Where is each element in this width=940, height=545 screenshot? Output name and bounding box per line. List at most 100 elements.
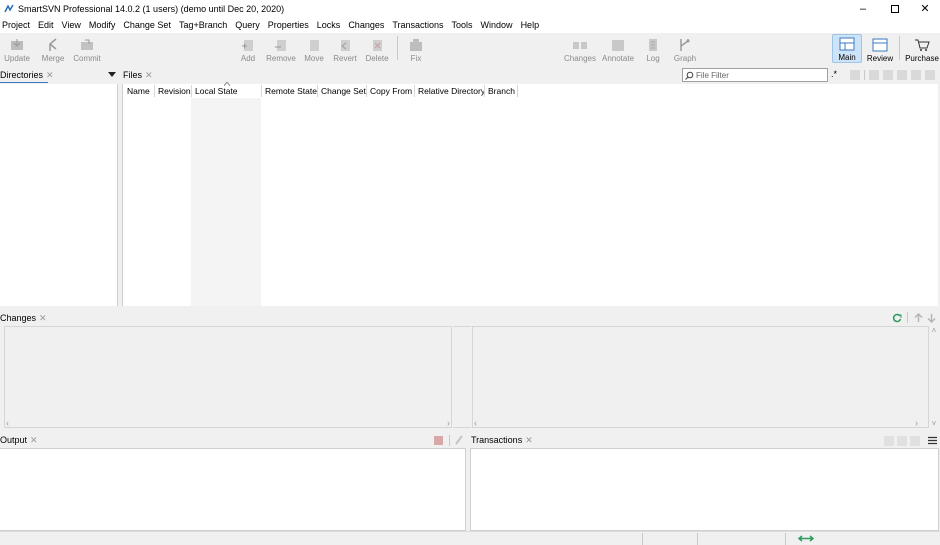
revert-icon: [341, 40, 350, 51]
clear-output-icon[interactable]: [454, 435, 464, 445]
stop-icon[interactable]: [434, 436, 443, 445]
toolbar-separator: [397, 36, 398, 60]
files-tab[interactable]: Files ✕: [123, 67, 183, 83]
close-tab-icon[interactable]: ✕: [39, 313, 47, 324]
menu-transactions[interactable]: Transactions: [392, 20, 443, 30]
directories-tab[interactable]: Directories ✕: [0, 67, 118, 83]
menu-project[interactable]: Project: [2, 20, 30, 30]
directory-tree[interactable]: [0, 84, 118, 306]
remove-button[interactable]: Remove: [265, 33, 297, 63]
update-button[interactable]: Update: [0, 33, 34, 63]
close-tab-icon[interactable]: ✕: [30, 435, 38, 446]
sorted-column-highlight: [191, 98, 261, 306]
annotate-button[interactable]: Annotate: [601, 33, 635, 63]
file-unchanged-icon[interactable]: [911, 70, 921, 80]
scroll-down-icon[interactable]: ˅: [932, 419, 937, 428]
column-header-local-state[interactable]: Local State: [195, 85, 238, 97]
add-button[interactable]: Add: [236, 33, 260, 63]
column-header-copy-from[interactable]: Copy From: [370, 85, 412, 97]
transactions-area[interactable]: [470, 448, 939, 531]
scroll-left-icon[interactable]: ‹: [6, 418, 9, 428]
scroll-right-icon[interactable]: ›: [447, 418, 450, 428]
scroll-right-icon[interactable]: ›: [915, 418, 918, 428]
previous-change-icon[interactable]: [914, 313, 923, 323]
scroll-up-icon[interactable]: ˄: [932, 326, 937, 335]
menu-view[interactable]: View: [62, 20, 81, 30]
column-header-change-set[interactable]: Change Set: [321, 85, 366, 97]
column-header-revision[interactable]: Revision: [158, 85, 191, 97]
left-horizontal-scrollbar[interactable]: ‹ ›: [6, 418, 450, 428]
fix-button[interactable]: Fix: [404, 33, 428, 63]
column-header-name[interactable]: Name: [127, 85, 150, 97]
dropdown-arrow-icon[interactable]: [108, 72, 116, 78]
delete-icon: [373, 40, 382, 51]
column-header-remote-state[interactable]: Remote State: [265, 85, 317, 97]
changes-left-view[interactable]: [4, 326, 452, 428]
log-button[interactable]: Log: [642, 33, 664, 63]
menu-tools[interactable]: Tools: [452, 20, 473, 30]
active-tab-underline: [0, 82, 48, 83]
maximize-button[interactable]: [878, 0, 912, 17]
menu-locks[interactable]: Locks: [317, 20, 341, 30]
delete-button[interactable]: Delete: [363, 33, 391, 63]
settings-icon[interactable]: [910, 436, 920, 446]
scroll-left-icon[interactable]: ‹: [474, 418, 477, 428]
merge-button[interactable]: Merge: [37, 33, 69, 63]
regex-toggle[interactable]: .*: [831, 69, 837, 79]
mark-read-icon[interactable]: [897, 436, 907, 446]
menu-window[interactable]: Window: [481, 20, 513, 30]
file-ignored-icon[interactable]: [897, 70, 907, 80]
file-unversioned-icon[interactable]: [869, 70, 879, 80]
transactions-toolbar: [882, 436, 920, 446]
search-icon: [685, 71, 694, 80]
window-title: SmartSVN Professional 14.0.2 (1 users) (…: [18, 3, 285, 14]
refresh-icon[interactable]: [884, 436, 894, 446]
next-change-icon[interactable]: [927, 313, 936, 323]
folder-icon[interactable]: [850, 70, 860, 80]
changes-icon: [573, 42, 587, 49]
review-view-button[interactable]: Review: [865, 33, 895, 63]
menu-changes[interactable]: Changes: [348, 20, 384, 30]
transactions-tab[interactable]: Transactions ✕: [471, 432, 551, 448]
menu-help[interactable]: Help: [521, 20, 540, 30]
minimize-button[interactable]: –: [846, 0, 880, 17]
vertical-scrollbar[interactable]: ˄ ˅: [929, 326, 939, 428]
menu-query[interactable]: Query: [235, 20, 260, 30]
toolbar: Update Merge Commit Add Remove Move Reve…: [0, 33, 940, 65]
file-removed-icon[interactable]: [925, 70, 935, 80]
file-modified-icon[interactable]: [883, 70, 893, 80]
close-tab-icon[interactable]: ✕: [525, 435, 533, 446]
move-button[interactable]: Move: [301, 33, 327, 63]
menu-change-set[interactable]: Change Set: [123, 20, 171, 30]
output-tab[interactable]: Output ✕: [0, 432, 60, 448]
changes-button[interactable]: Changes: [563, 33, 597, 63]
hamburger-menu-icon[interactable]: [928, 436, 937, 445]
right-horizontal-scrollbar[interactable]: ‹ ›: [474, 418, 918, 428]
close-tab-icon[interactable]: ✕: [145, 70, 153, 81]
file-filter-input[interactable]: File Filter: [682, 68, 828, 82]
commit-button[interactable]: Commit: [72, 33, 102, 63]
purchase-button[interactable]: Purchase: [904, 33, 940, 63]
add-icon: [242, 40, 253, 51]
changes-right-view[interactable]: [472, 326, 929, 428]
menu-tag-branch[interactable]: Tag+Branch: [179, 20, 227, 30]
remove-icon: [275, 40, 286, 51]
column-header-branch[interactable]: Branch: [488, 85, 515, 97]
fix-icon: [410, 39, 422, 51]
changes-tab[interactable]: Changes ✕: [0, 310, 60, 326]
smartsvn-logo-icon: [4, 3, 14, 12]
menu-properties[interactable]: Properties: [268, 20, 309, 30]
close-tab-icon[interactable]: ✕: [46, 70, 54, 81]
graph-button[interactable]: Graph: [672, 33, 698, 63]
merge-icon: [49, 38, 57, 51]
menu-edit[interactable]: Edit: [38, 20, 54, 30]
revert-button[interactable]: Revert: [331, 33, 359, 63]
refresh-icon[interactable]: [892, 313, 902, 323]
title-bar: SmartSVN Professional 14.0.2 (1 users) (…: [0, 0, 940, 17]
output-area[interactable]: [0, 448, 466, 531]
close-button[interactable]: ✕: [908, 0, 940, 17]
minimize-icon: –: [859, 2, 867, 15]
menu-modify[interactable]: Modify: [89, 20, 116, 30]
main-view-button[interactable]: Main: [832, 34, 862, 63]
column-header-relative-directory[interactable]: Relative Directory: [418, 85, 485, 97]
